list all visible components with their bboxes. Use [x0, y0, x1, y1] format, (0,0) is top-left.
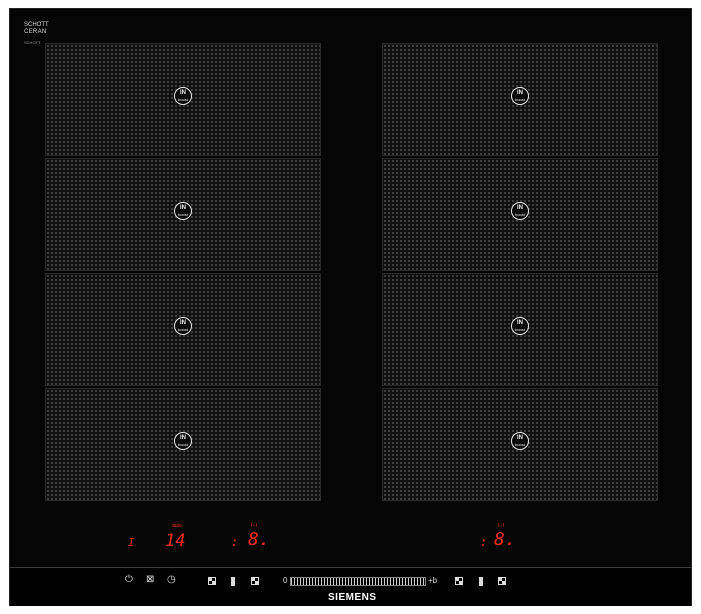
left-power-display: 8. — [248, 529, 270, 550]
induction-boost-icon: IN boost — [174, 316, 192, 335]
induction-cooktop: SCHOTT CERAN SCHOTT IN boost IN boost IN… — [9, 8, 692, 606]
siemens-logo: SIEMENS — [328, 592, 377, 603]
cooking-zone-right-2[interactable]: IN boost — [382, 158, 658, 271]
induction-boost-icon: IN boost — [511, 316, 529, 335]
cooking-zone-right-1[interactable]: IN boost — [382, 43, 658, 156]
induction-boost-icon: IN boost — [511, 431, 529, 450]
induction-boost-icon: IN boost — [174, 431, 192, 450]
timer-indicator: I — [128, 536, 135, 549]
cooking-zone-left-3[interactable]: IN boost — [45, 273, 321, 386]
zone-split-right-icon[interactable] — [498, 577, 506, 585]
cooking-zone-left-1[interactable]: IN boost — [45, 43, 321, 156]
induction-boost-icon: IN boost — [174, 201, 192, 220]
induction-boost-icon: IN boost — [511, 86, 529, 105]
zone-split-left-icon[interactable] — [251, 577, 259, 585]
zone-select-left-icon[interactable] — [231, 577, 235, 586]
cooking-zone-right-3[interactable]: IN boost — [382, 273, 658, 386]
zone-select-right-icon[interactable] — [479, 577, 483, 586]
timer-display: 14 — [165, 531, 186, 551]
slider-max-label: +b — [428, 576, 438, 585]
timer-icon[interactable]: ◷ — [167, 574, 176, 585]
cooking-zone-right-4[interactable]: IN boost — [382, 388, 658, 501]
induction-boost-icon: IN boost — [174, 86, 192, 105]
left-power-dots: : — [231, 535, 239, 549]
control-panel: ⏻ ⊠ ◷ 0 +b SIEMENS — [10, 567, 691, 606]
glass-brand-line1: SCHOTT — [24, 22, 49, 28]
cooking-zone-left-4[interactable]: IN boost — [45, 388, 321, 501]
timer-label: auto — [172, 523, 182, 529]
right-power-dots: : — [480, 535, 488, 549]
right-power-display: 8. — [494, 529, 516, 550]
slider-min-label: 0 — [283, 576, 288, 585]
power-icon[interactable]: ⏻ — [125, 574, 133, 585]
child-lock-icon[interactable]: ⊠ — [146, 574, 154, 585]
zone-combine-left-icon[interactable] — [208, 577, 216, 585]
cooking-zone-left-2[interactable]: IN boost — [45, 158, 321, 271]
glass-brand-line2: CERAN — [24, 29, 47, 35]
induction-boost-icon: IN boost — [511, 201, 529, 220]
power-slider[interactable] — [290, 577, 426, 586]
zone-combine-right-icon[interactable] — [455, 577, 463, 585]
